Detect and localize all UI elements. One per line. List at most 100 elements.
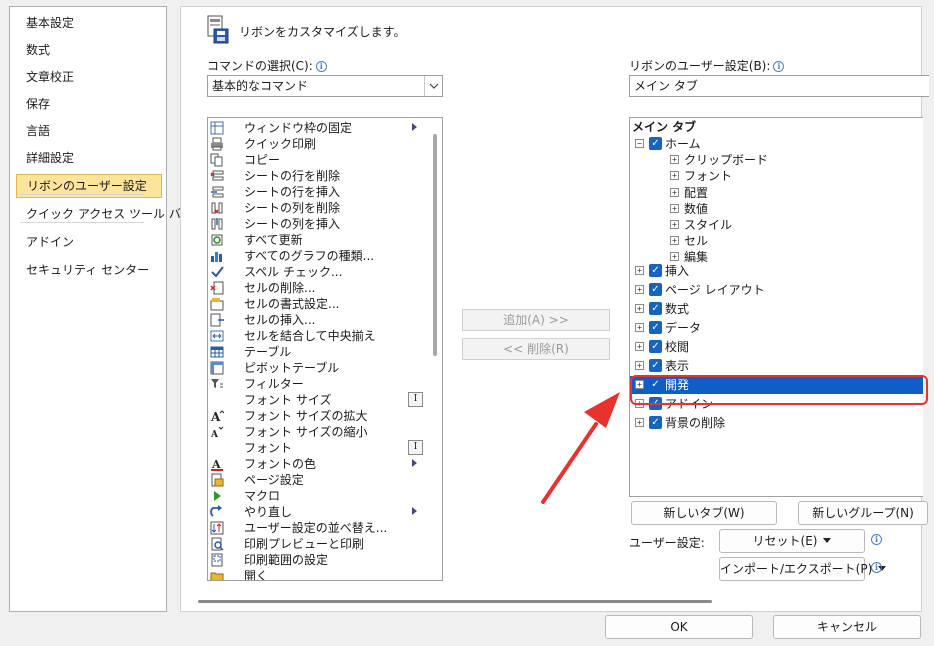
expand-icon[interactable]: + — [670, 155, 679, 164]
spell-check-icon — [211, 266, 224, 278]
checkbox[interactable]: ✓ — [649, 137, 662, 150]
ribbon-tree-item[interactable]: + ✓ 表示 — [630, 357, 923, 375]
command-list-item[interactable]: コピー — [208, 152, 428, 168]
expand-icon[interactable]: + — [670, 252, 679, 261]
command-list-item[interactable]: 印刷範囲の設定 — [208, 552, 428, 568]
expand-icon[interactable]: + — [670, 171, 679, 180]
customize-ribbon-dropdown[interactable]: メイン タブ — [629, 75, 929, 97]
command-list-item[interactable]: セルの挿入... — [208, 312, 428, 328]
remove-button[interactable]: << 削除(R) — [462, 338, 610, 360]
reset-button[interactable]: リセット(E) — [719, 529, 865, 553]
nav-item[interactable]: 言語 — [16, 119, 162, 143]
command-list-item[interactable]: ウィンドウ枠の固定 — [208, 120, 428, 136]
ribbon-tree[interactable]: メイン タブ − ✓ ホーム + クリップボード + フォント + 配置 + 数値 + スタイル + セル +… — [629, 117, 923, 497]
expand-icon[interactable]: + — [635, 361, 644, 370]
cancel-button[interactable]: キャンセル — [773, 615, 921, 639]
command-label: マクロ — [244, 489, 281, 503]
expand-icon[interactable]: + — [635, 323, 644, 332]
command-list-item[interactable]: ピボットテーブル — [208, 360, 428, 376]
expand-icon[interactable]: + — [670, 188, 679, 197]
command-list-item[interactable]: 印刷プレビューと印刷 — [208, 536, 428, 552]
expand-icon[interactable]: + — [670, 220, 679, 229]
ribbon-tree-item[interactable]: + フォント — [630, 167, 923, 185]
command-list-item[interactable]: フォント I — [208, 440, 428, 456]
command-list-item[interactable]: セルを結合して中央揃え — [208, 328, 428, 344]
expand-icon[interactable]: + — [635, 285, 644, 294]
chevron-down-icon — [424, 76, 442, 96]
ribbon-tree-item[interactable]: + ✓ 数式 — [630, 300, 923, 318]
command-label: スペル チェック... — [244, 265, 343, 279]
command-list-item[interactable]: シートの列を挿入 — [208, 216, 428, 232]
info-icon[interactable]: i — [871, 562, 882, 573]
nav-divider — [20, 194, 144, 195]
command-list-item[interactable]: シートの行を削除 — [208, 168, 428, 184]
expand-icon[interactable]: + — [635, 304, 644, 313]
command-list-item[interactable]: セルの削除... — [208, 280, 428, 296]
checkbox[interactable]: ✓ — [649, 283, 662, 296]
command-list-item[interactable]: すべて更新 — [208, 232, 428, 248]
info-icon[interactable]: i — [315, 61, 327, 72]
command-list-item[interactable]: A フォント サイズの縮小 — [208, 424, 428, 440]
info-icon[interactable]: i — [871, 534, 882, 545]
ok-button[interactable]: OK — [605, 615, 753, 639]
command-list-item[interactable]: やり直し — [208, 504, 428, 520]
command-list-item[interactable]: シートの行を挿入 — [208, 184, 428, 200]
tree-item-label: 背景の削除 — [665, 416, 726, 430]
command-list-item[interactable]: 開く — [208, 568, 428, 580]
command-list-item[interactable]: セルの書式設定... — [208, 296, 428, 312]
command-label: シートの列を削除 — [244, 201, 341, 215]
checkbox[interactable]: ✓ — [649, 416, 662, 429]
nav-item[interactable]: 数式 — [16, 38, 162, 62]
nav-item[interactable]: 基本設定 — [16, 11, 162, 35]
new-group-button[interactable]: 新しいグループ(N) — [798, 501, 928, 525]
ribbon-tree-item[interactable]: + ✓ データ — [630, 319, 923, 337]
command-label: コピー — [244, 153, 281, 167]
customize-ribbon-label: リボンのユーザー設定(B): i — [629, 57, 785, 74]
command-list[interactable]: ウィンドウ枠の固定 クイック印刷 コピー シートの行を削除 シートの行を挿入 シートの列を… — [207, 117, 443, 581]
checkbox[interactable]: ✓ — [649, 340, 662, 353]
nav-item[interactable]: 文章校正 — [16, 65, 162, 89]
command-list-item[interactable]: A フォントの色 — [208, 456, 428, 472]
nav-item[interactable]: セキュリティ センター — [16, 258, 162, 282]
command-list-item[interactable]: すべてのグラフの種類... — [208, 248, 428, 264]
command-label: ピボットテーブル — [244, 361, 340, 375]
command-list-item[interactable]: A フォント サイズの拡大 — [208, 408, 428, 424]
expand-icon[interactable]: + — [670, 204, 679, 213]
command-list-item[interactable]: シートの列を削除 — [208, 200, 428, 216]
command-list-item[interactable]: マクロ — [208, 488, 428, 504]
checkbox[interactable]: ✓ — [649, 321, 662, 334]
ribbon-tree-item[interactable]: + ✓ ページ レイアウト — [630, 281, 923, 299]
info-icon[interactable]: i — [773, 61, 785, 72]
text-input-icon: I — [408, 440, 423, 455]
expand-icon[interactable]: + — [670, 236, 679, 245]
command-label: シートの列を挿入 — [244, 217, 341, 231]
command-list-item[interactable]: フィルター — [208, 376, 428, 392]
command-list-item[interactable]: ユーザー設定の並べ替え... — [208, 520, 428, 536]
ribbon-tree-item[interactable]: + ✓ 挿入 — [630, 262, 923, 280]
import-export-button[interactable]: インポート/エクスポート(P) — [719, 557, 887, 581]
ribbon-tree-item[interactable]: + ✓ 背景の削除 — [630, 414, 923, 432]
collapse-icon[interactable]: − — [635, 139, 644, 148]
scrollbar-thumb[interactable] — [433, 134, 437, 356]
command-list-item[interactable]: ページ設定 — [208, 472, 428, 488]
checkbox[interactable]: ✓ — [649, 359, 662, 372]
expand-icon[interactable]: + — [635, 266, 644, 275]
command-list-item[interactable]: テーブル — [208, 344, 428, 360]
expand-icon[interactable]: + — [635, 418, 644, 427]
choose-commands-dropdown[interactable]: 基本的なコマンド — [207, 75, 443, 97]
checkbox[interactable]: ✓ — [649, 264, 662, 277]
nav-item[interactable]: 詳細設定 — [16, 146, 162, 170]
expand-icon[interactable]: + — [635, 342, 644, 351]
tree-header: メイン タブ — [632, 120, 697, 134]
command-list-item[interactable]: フォント サイズ I — [208, 392, 428, 408]
ribbon-tree-item[interactable]: + ✓ 校閲 — [630, 338, 923, 356]
new-tab-button[interactable]: 新しいタブ(W) — [631, 501, 777, 525]
command-list-item[interactable]: スペル チェック... — [208, 264, 428, 280]
command-list-scrollbar[interactable] — [428, 118, 442, 580]
nav-item[interactable]: 保存 — [16, 92, 162, 116]
horizontal-scrollbar[interactable] — [198, 600, 712, 603]
command-list-item[interactable]: クイック印刷 — [208, 136, 428, 152]
checkbox[interactable]: ✓ — [649, 302, 662, 315]
nav-item[interactable]: アドイン — [16, 230, 162, 254]
add-button[interactable]: 追加(A) >> — [462, 309, 610, 331]
